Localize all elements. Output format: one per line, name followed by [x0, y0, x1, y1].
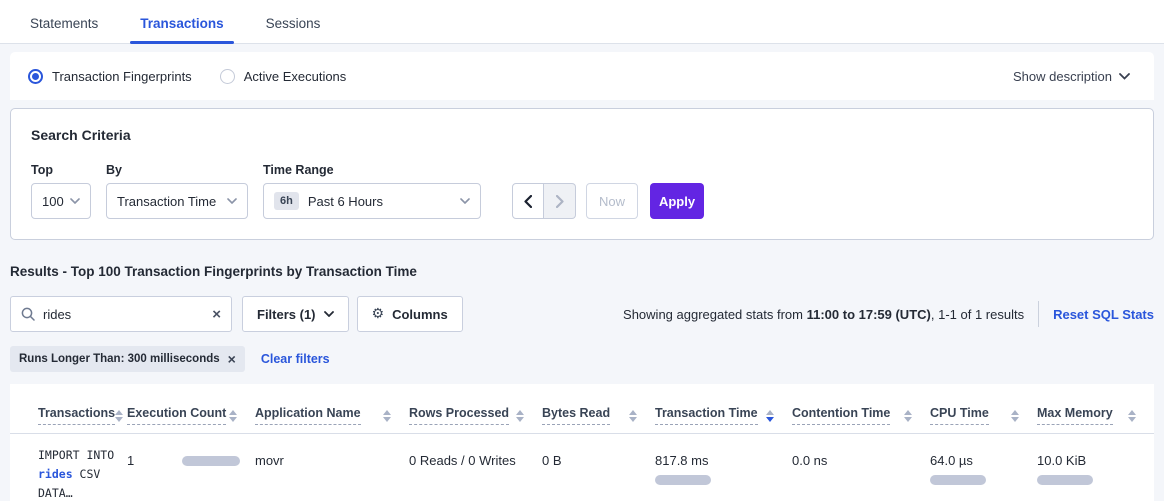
radio-transaction-fingerprints[interactable]: Transaction Fingerprints: [28, 69, 192, 84]
sort-icon[interactable]: [383, 410, 391, 422]
time-range-field: Time Range 6h Past 6 Hours: [263, 163, 481, 219]
filter-chip-label: Runs Longer Than: 300 milliseconds: [19, 353, 220, 365]
by-value: Transaction Time: [117, 194, 216, 209]
by-field: By Transaction Time: [106, 163, 248, 219]
time-range-select[interactable]: 6h Past 6 Hours: [263, 183, 481, 219]
tab-transactions[interactable]: Transactions: [130, 16, 233, 43]
cell-bytes-read: 0 B: [542, 434, 655, 501]
transaction-fingerprint-link[interactable]: IMPORT INTO rides CSV DATA…: [38, 446, 127, 501]
time-range-label: Time Range: [263, 163, 481, 177]
results-controls: × Filters (1) ⚙ Columns Showing aggregat…: [10, 296, 1154, 332]
radio-label: Transaction Fingerprints: [52, 69, 192, 84]
sort-icon[interactable]: [629, 410, 637, 422]
remove-filter-icon[interactable]: ×: [228, 352, 236, 366]
tab-sessions[interactable]: Sessions: [256, 16, 331, 43]
top-value: 100: [42, 194, 64, 209]
chevron-down-icon: [1119, 73, 1130, 80]
panel-title: Search Criteria: [31, 127, 1133, 143]
filter-chip: Runs Longer Than: 300 milliseconds ×: [10, 346, 245, 372]
chevron-down-icon: [324, 311, 334, 317]
aggregated-stats: Showing aggregated stats from 11:00 to 1…: [623, 301, 1154, 327]
chevron-down-icon: [227, 198, 237, 204]
radio-selected-icon: [28, 69, 43, 84]
clear-filters-link[interactable]: Clear filters: [261, 352, 330, 366]
transactions-table: Transactions Execution Count Application…: [10, 392, 1154, 501]
active-filters-row: Runs Longer Than: 300 milliseconds × Cle…: [10, 346, 1154, 372]
next-time-button[interactable]: [544, 183, 576, 219]
cell-execution-count: 1: [127, 434, 255, 501]
top-select[interactable]: 100: [31, 183, 91, 219]
sort-icon[interactable]: [115, 410, 123, 422]
reset-sql-stats-link[interactable]: Reset SQL Stats: [1053, 307, 1154, 322]
top-field: Top 100: [31, 163, 91, 219]
filters-label: Filters (1): [257, 307, 316, 322]
col-header-execution-count[interactable]: Execution Count: [127, 392, 255, 434]
time-range-value: Past 6 Hours: [308, 194, 383, 209]
sort-icon[interactable]: [904, 410, 912, 422]
cell-rows-processed: 0 Reads / 0 Writes: [409, 434, 542, 501]
previous-time-button[interactable]: [512, 183, 544, 219]
col-header-transaction-time[interactable]: Transaction Time: [655, 392, 792, 434]
radio-label: Active Executions: [244, 69, 347, 84]
filters-button[interactable]: Filters (1): [242, 296, 349, 332]
chevron-down-icon: [460, 198, 470, 204]
col-header-transactions[interactable]: Transactions: [10, 392, 127, 434]
divider: [1038, 301, 1039, 327]
search-box: ×: [10, 296, 232, 332]
top-label: Top: [31, 163, 91, 177]
by-label: By: [106, 163, 248, 177]
cell-max-memory: 10.0 KiB: [1037, 434, 1154, 501]
chevron-left-icon: [524, 195, 532, 208]
col-header-application-name[interactable]: Application Name: [255, 392, 409, 434]
time-range-badge: 6h: [274, 192, 299, 210]
results-heading: Results - Top 100 Transaction Fingerprin…: [10, 264, 1154, 279]
cell-cpu-time: 64.0 µs: [930, 434, 1037, 501]
sort-icon[interactable]: [766, 410, 774, 422]
search-criteria-panel: Search Criteria Top 100 By Transaction T…: [10, 108, 1154, 240]
radio-unselected-icon: [220, 69, 235, 84]
chevron-right-icon: [556, 195, 564, 208]
cell-transaction: IMPORT INTO rides CSV DATA…: [10, 434, 127, 501]
tab-bar: Statements Transactions Sessions: [0, 0, 1164, 44]
columns-label: Columns: [392, 307, 448, 322]
search-icon: [21, 307, 35, 321]
cpu-time-bar: [930, 475, 986, 485]
show-description-toggle[interactable]: Show description: [1013, 69, 1130, 84]
chevron-down-icon: [70, 198, 80, 204]
radio-active-executions[interactable]: Active Executions: [220, 69, 347, 84]
gear-icon: ⚙: [372, 306, 385, 322]
cell-application-name: movr: [255, 434, 409, 501]
table-header-row: Transactions Execution Count Application…: [10, 392, 1154, 434]
view-toggle-bar: Transaction Fingerprints Active Executio…: [10, 52, 1154, 100]
search-input[interactable]: [43, 307, 212, 322]
clear-search-icon[interactable]: ×: [212, 307, 221, 322]
transaction-time-bar: [655, 475, 711, 485]
col-header-bytes-read[interactable]: Bytes Read: [542, 392, 655, 434]
rides-table-link[interactable]: rides: [38, 467, 73, 481]
now-button[interactable]: Now: [586, 183, 638, 219]
col-header-max-memory[interactable]: Max Memory: [1037, 392, 1154, 434]
col-header-cpu-time[interactable]: CPU Time: [930, 392, 1037, 434]
sort-icon[interactable]: [1128, 410, 1136, 422]
apply-button[interactable]: Apply: [650, 183, 704, 219]
stats-text: Showing aggregated stats from 11:00 to 1…: [623, 307, 1024, 322]
tab-statements[interactable]: Statements: [20, 16, 108, 43]
col-header-rows-processed[interactable]: Rows Processed: [409, 392, 542, 434]
by-select[interactable]: Transaction Time: [106, 183, 248, 219]
max-memory-bar: [1037, 475, 1093, 485]
col-header-contention-time[interactable]: Contention Time: [792, 392, 930, 434]
cell-transaction-time: 817.8 ms: [655, 434, 792, 501]
sort-icon[interactable]: [229, 410, 237, 422]
sort-icon[interactable]: [1011, 410, 1019, 422]
sort-icon[interactable]: [516, 410, 524, 422]
table-row: IMPORT INTO rides CSV DATA… 1 movr 0 Rea…: [10, 434, 1154, 501]
show-description-label: Show description: [1013, 69, 1112, 84]
execution-count-bar: [182, 456, 240, 466]
time-nav-group: [512, 183, 576, 219]
cell-contention-time: 0.0 ns: [792, 434, 930, 501]
results-table-card: Transactions Execution Count Application…: [10, 384, 1154, 501]
columns-button[interactable]: ⚙ Columns: [357, 296, 463, 332]
